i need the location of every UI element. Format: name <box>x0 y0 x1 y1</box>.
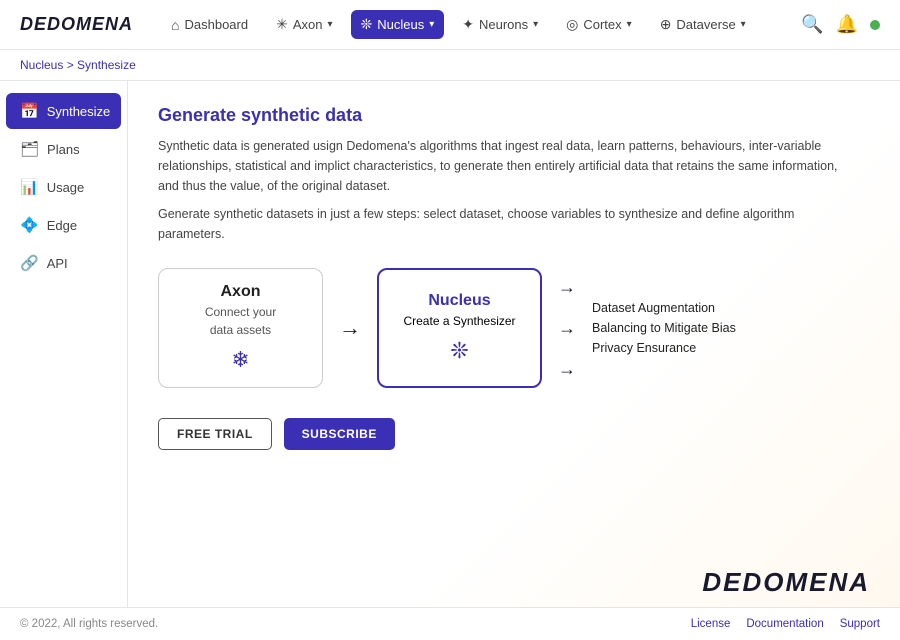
nav-dashboard[interactable]: ⌂ Dashboard <box>161 11 258 39</box>
nav-dataverse-label: Dataverse <box>676 17 735 32</box>
sidebar-item-usage-label: Usage <box>47 180 85 195</box>
sidebar: 📅 Synthesize 🗂 Plans 📊 Usage 💠 Edge 🔗 AP… <box>0 81 128 638</box>
nav-nucleus-label: Nucleus <box>377 17 424 32</box>
output-labels: Dataset Augmentation Balancing to Mitiga… <box>592 301 736 355</box>
split-arrow-top: → <box>558 277 576 298</box>
nav-cortex[interactable]: ◎ Cortex ▾ <box>556 10 642 39</box>
dataverse-chevron-icon: ▾ <box>741 19 746 30</box>
main-content: Generate synthetic data Synthetic data i… <box>128 81 900 638</box>
breadcrumb-parent[interactable]: Nucleus <box>20 58 63 72</box>
topnav-icons: 🔍 🔔 <box>801 14 880 35</box>
nucleus-box-sub: Create a Synthesizer <box>403 314 515 328</box>
search-icon[interactable]: 🔍 <box>801 14 823 35</box>
sidebar-item-plans-label: Plans <box>47 142 80 157</box>
output-row-1: Dataset Augmentation <box>592 301 736 315</box>
neurons-icon: ✦ <box>462 16 474 33</box>
nav-neurons-label: Neurons <box>479 17 528 32</box>
sidebar-item-api[interactable]: 🔗 API <box>6 245 121 281</box>
axon-box-title: Axon <box>221 283 261 301</box>
action-buttons: FREE TRIAL SUBSCRIBE <box>158 418 870 450</box>
synthesize-diagram: Axon Connect your data assets ❄ → Nucleu… <box>158 268 870 388</box>
nav-dataverse[interactable]: ⊕ Dataverse ▾ <box>650 10 756 39</box>
main-layout: 📅 Synthesize 🗂 Plans 📊 Usage 💠 Edge 🔗 AP… <box>0 81 900 638</box>
footer-link-support[interactable]: Support <box>840 618 880 630</box>
output-label-1: Dataset Augmentation <box>592 301 715 315</box>
cortex-icon: ◎ <box>566 16 578 33</box>
axon-to-nucleus-arrow: → <box>339 315 361 341</box>
nav-cortex-label: Cortex <box>583 17 621 32</box>
sidebar-item-plans[interactable]: 🗂 Plans <box>6 131 121 167</box>
nav-neurons[interactable]: ✦ Neurons ▾ <box>452 10 548 39</box>
output-label-3: Privacy Ensurance <box>592 341 696 355</box>
output-label-2: Balancing to Mitigate Bias <box>592 321 736 335</box>
nucleus-box-title: Nucleus <box>428 292 490 310</box>
sidebar-item-edge[interactable]: 💠 Edge <box>6 207 121 243</box>
plans-icon: 🗂 <box>20 140 39 158</box>
nav-nucleus[interactable]: ❊ Nucleus ▾ <box>351 10 445 39</box>
free-trial-button[interactable]: FREE TRIAL <box>158 418 272 450</box>
footer: © 2022, All rights reserved. License Doc… <box>0 607 900 640</box>
nav-axon[interactable]: ✳ Axon ▾ <box>266 10 342 39</box>
output-row-3: Privacy Ensurance <box>592 341 736 355</box>
api-icon: 🔗 <box>20 254 39 272</box>
output-row-2: Balancing to Mitigate Bias <box>592 321 736 335</box>
axon-box-sub2: data assets <box>210 323 271 337</box>
axon-box-sub1: Connect your <box>205 305 276 319</box>
axon-diagram-box: Axon Connect your data assets ❄ <box>158 268 323 388</box>
nav-axon-label: Axon <box>293 17 323 32</box>
synthesize-icon: 📅 <box>20 102 39 120</box>
top-navigation: DEDOMENA ⌂ Dashboard ✳ Axon ▾ ❊ Nucleus … <box>0 0 900 50</box>
usage-icon: 📊 <box>20 178 39 196</box>
footer-copyright: © 2022, All rights reserved. <box>20 618 158 630</box>
axon-snowflake-icon: ❄ <box>231 347 249 373</box>
sidebar-item-usage[interactable]: 📊 Usage <box>6 169 121 205</box>
nucleus-icon: ❊ <box>361 16 373 33</box>
status-indicator <box>870 20 880 30</box>
nucleus-diagram-box[interactable]: Nucleus Create a Synthesizer ❊ <box>377 268 542 388</box>
sidebar-item-synthesize-label: Synthesize <box>47 104 111 119</box>
page-title: Generate synthetic data <box>158 105 870 126</box>
description-2: Generate synthetic datasets in just a fe… <box>158 204 858 244</box>
sidebar-item-synthesize[interactable]: 📅 Synthesize <box>6 93 121 129</box>
nucleus-snowflake-icon: ❊ <box>450 338 468 364</box>
sidebar-item-edge-label: Edge <box>47 218 77 233</box>
nucleus-chevron-icon: ▾ <box>429 19 434 30</box>
neurons-chevron-icon: ▾ <box>533 19 538 30</box>
nav-dashboard-label: Dashboard <box>184 17 248 32</box>
footer-link-documentation[interactable]: Documentation <box>746 618 823 630</box>
dashboard-icon: ⌂ <box>171 17 179 33</box>
breadcrumb-separator: > <box>67 58 77 72</box>
breadcrumb-current: Synthesize <box>77 58 136 72</box>
footer-link-license[interactable]: License <box>691 618 731 630</box>
description-1: Synthetic data is generated usign Dedome… <box>158 136 858 196</box>
dataverse-icon: ⊕ <box>660 16 672 33</box>
app-logo: DEDOMENA <box>20 14 133 35</box>
subscribe-button[interactable]: SUBSCRIBE <box>284 418 395 450</box>
footer-links: License Documentation Support <box>691 618 880 630</box>
axon-icon: ✳ <box>276 16 288 33</box>
split-arrow-mid: → <box>558 318 576 339</box>
sidebar-item-api-label: API <box>47 256 68 271</box>
edge-icon: 💠 <box>20 216 39 234</box>
axon-chevron-icon: ▾ <box>327 19 332 30</box>
cortex-chevron-icon: ▾ <box>627 19 632 30</box>
bottom-logo: DEDOMENA <box>702 567 870 598</box>
nucleus-outputs-arrows: → → → <box>558 277 576 380</box>
breadcrumb: Nucleus > Synthesize <box>0 50 900 81</box>
split-arrow-bot: → <box>558 359 576 380</box>
bell-icon[interactable]: 🔔 <box>836 14 858 35</box>
